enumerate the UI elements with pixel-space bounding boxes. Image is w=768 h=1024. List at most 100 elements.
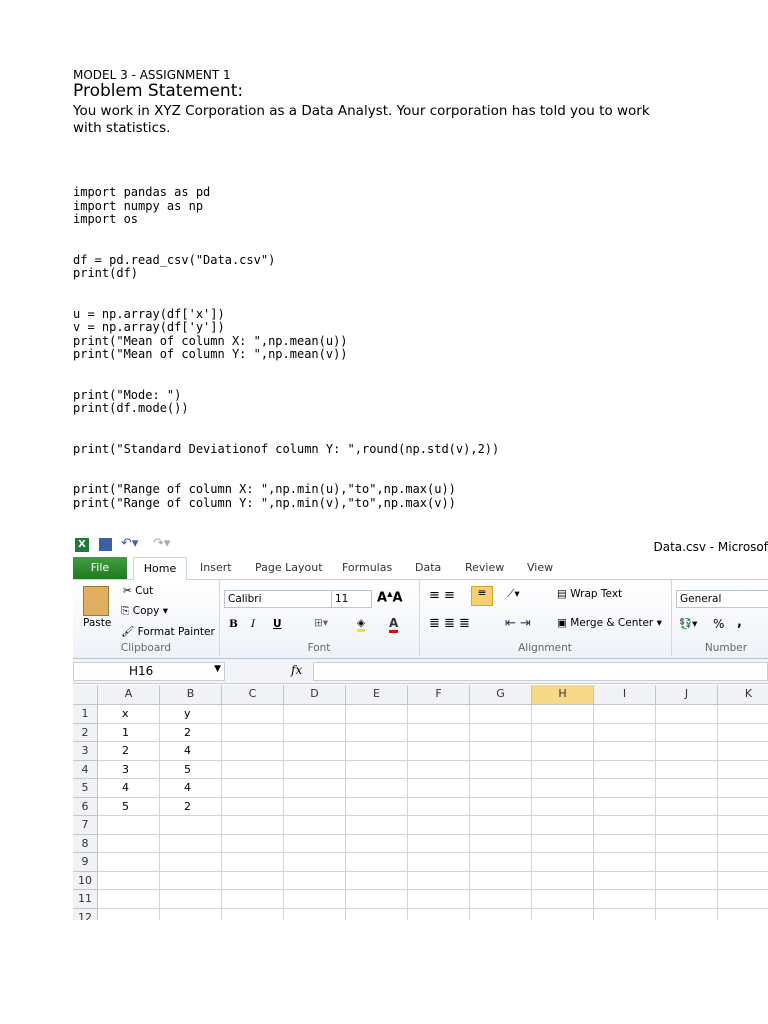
cell-i5[interactable] <box>594 779 656 798</box>
cell-c8[interactable] <box>222 834 284 853</box>
cell-k6[interactable] <box>718 798 768 816</box>
row-header[interactable]: 10 <box>73 871 98 890</box>
cell-e2[interactable] <box>346 723 408 742</box>
cell-d8[interactable] <box>284 834 346 853</box>
cell-a8[interactable] <box>98 834 160 853</box>
cell-g12[interactable] <box>470 908 532 920</box>
cell-i2[interactable] <box>594 723 656 742</box>
font-size-select[interactable]: 11 <box>331 590 372 608</box>
cell-k1[interactable] <box>718 705 768 724</box>
cell-f9[interactable] <box>408 853 470 872</box>
row-header[interactable]: 8 <box>73 834 98 853</box>
cell-h5[interactable] <box>532 779 594 798</box>
cell-d5[interactable] <box>284 779 346 798</box>
cell-c1[interactable] <box>222 705 284 724</box>
row-header[interactable]: 4 <box>73 760 98 779</box>
cell-b11[interactable] <box>160 890 222 909</box>
cell-i6[interactable] <box>594 797 656 816</box>
cell-d2[interactable] <box>284 723 346 742</box>
cell-i11[interactable] <box>594 890 656 909</box>
cell-c3[interactable] <box>222 742 284 761</box>
cell-k10[interactable] <box>718 872 768 890</box>
cell-j2[interactable] <box>656 723 718 742</box>
column-header-b[interactable]: B <box>160 685 222 705</box>
cut-button[interactable]: ✂ Cut <box>123 585 153 597</box>
tab-insert[interactable]: Insert <box>200 561 232 574</box>
cell-c2[interactable] <box>222 723 284 742</box>
cell-h11[interactable] <box>532 890 594 909</box>
percent-button[interactable]: % <box>713 617 724 631</box>
paste-button[interactable]: Paste <box>83 617 111 629</box>
cell-f8[interactable] <box>408 834 470 853</box>
cell-f10[interactable] <box>408 871 470 890</box>
wrap-text-button[interactable]: ▤ Wrap Text <box>557 588 622 600</box>
cell-j11[interactable] <box>656 890 718 909</box>
cell-i10[interactable] <box>594 871 656 890</box>
cell-e9[interactable] <box>346 853 408 872</box>
cell-b6[interactable]: 2 <box>160 797 222 816</box>
cell-f5[interactable] <box>408 779 470 798</box>
column-header-a[interactable]: A <box>98 685 160 705</box>
cell-h10[interactable] <box>532 871 594 890</box>
cell-a2[interactable]: 1 <box>98 723 160 742</box>
cell-j8[interactable] <box>656 834 718 853</box>
cell-h12[interactable] <box>532 908 594 920</box>
row-header[interactable]: 11 <box>73 890 98 909</box>
cell-b1[interactable]: y <box>160 705 222 724</box>
cell-b3[interactable]: 4 <box>160 742 222 761</box>
cell-i8[interactable] <box>594 834 656 853</box>
cell-i9[interactable] <box>594 853 656 872</box>
cell-a4[interactable]: 3 <box>98 760 160 779</box>
cell-g11[interactable] <box>470 890 532 909</box>
cell-c12[interactable] <box>222 908 284 920</box>
row-header[interactable]: 9 <box>73 853 98 872</box>
cell-i12[interactable] <box>594 908 656 920</box>
cell-a9[interactable] <box>98 853 160 872</box>
column-header-d[interactable]: D <box>284 685 346 705</box>
row-header[interactable]: 2 <box>73 723 98 742</box>
cell-h8[interactable] <box>532 834 594 853</box>
tab-data[interactable]: Data <box>415 561 441 574</box>
align-top-icon[interactable]: ≡ ≡ <box>429 588 455 603</box>
cell-j4[interactable] <box>656 760 718 779</box>
grow-font-icon[interactable]: A▲A <box>377 590 403 605</box>
cell-k11[interactable] <box>718 890 768 909</box>
cell-j12[interactable] <box>656 908 718 920</box>
italic-button[interactable]: I <box>251 618 255 630</box>
cell-e12[interactable] <box>346 908 408 920</box>
cell-d1[interactable] <box>284 705 346 724</box>
cell-f4[interactable] <box>408 760 470 779</box>
number-format-select[interactable]: General <box>676 590 768 608</box>
cell-h3[interactable] <box>532 742 594 761</box>
cell-k3[interactable] <box>718 742 768 761</box>
cell-i3[interactable] <box>594 742 656 761</box>
tab-file[interactable]: File <box>73 557 127 579</box>
cell-a3[interactable]: 2 <box>98 742 160 761</box>
cell-i1[interactable] <box>594 705 656 724</box>
tab-page-layout[interactable]: Page Layout <box>255 561 323 574</box>
row-header[interactable]: 12 <box>73 908 98 920</box>
row-header[interactable]: 6 <box>73 797 98 816</box>
cell-c6[interactable] <box>222 797 284 816</box>
cell-b12[interactable] <box>160 908 222 920</box>
tab-home[interactable]: Home <box>133 557 187 581</box>
cell-h9[interactable] <box>532 853 594 872</box>
comma-button[interactable]: , <box>737 615 742 630</box>
column-header-c[interactable]: C <box>222 685 284 705</box>
cell-b8[interactable] <box>160 834 222 853</box>
cell-h4[interactable] <box>532 760 594 779</box>
cell-b4[interactable]: 5 <box>160 760 222 779</box>
row-header[interactable]: 7 <box>73 816 98 835</box>
cell-g2[interactable] <box>470 723 532 742</box>
cell-e11[interactable] <box>346 890 408 909</box>
cell-c7[interactable] <box>222 816 284 835</box>
cell-b7[interactable] <box>160 816 222 835</box>
cell-h6[interactable] <box>532 797 594 816</box>
cell-d11[interactable] <box>284 890 346 909</box>
orientation-icon[interactable]: ⟋▾ <box>507 588 520 601</box>
cell-k5[interactable] <box>718 779 768 798</box>
cell-g4[interactable] <box>470 760 532 779</box>
copy-button[interactable]: ⎘ Copy ▾ <box>121 605 168 618</box>
fx-icon[interactable]: fx <box>291 663 302 677</box>
cell-b10[interactable] <box>160 871 222 890</box>
